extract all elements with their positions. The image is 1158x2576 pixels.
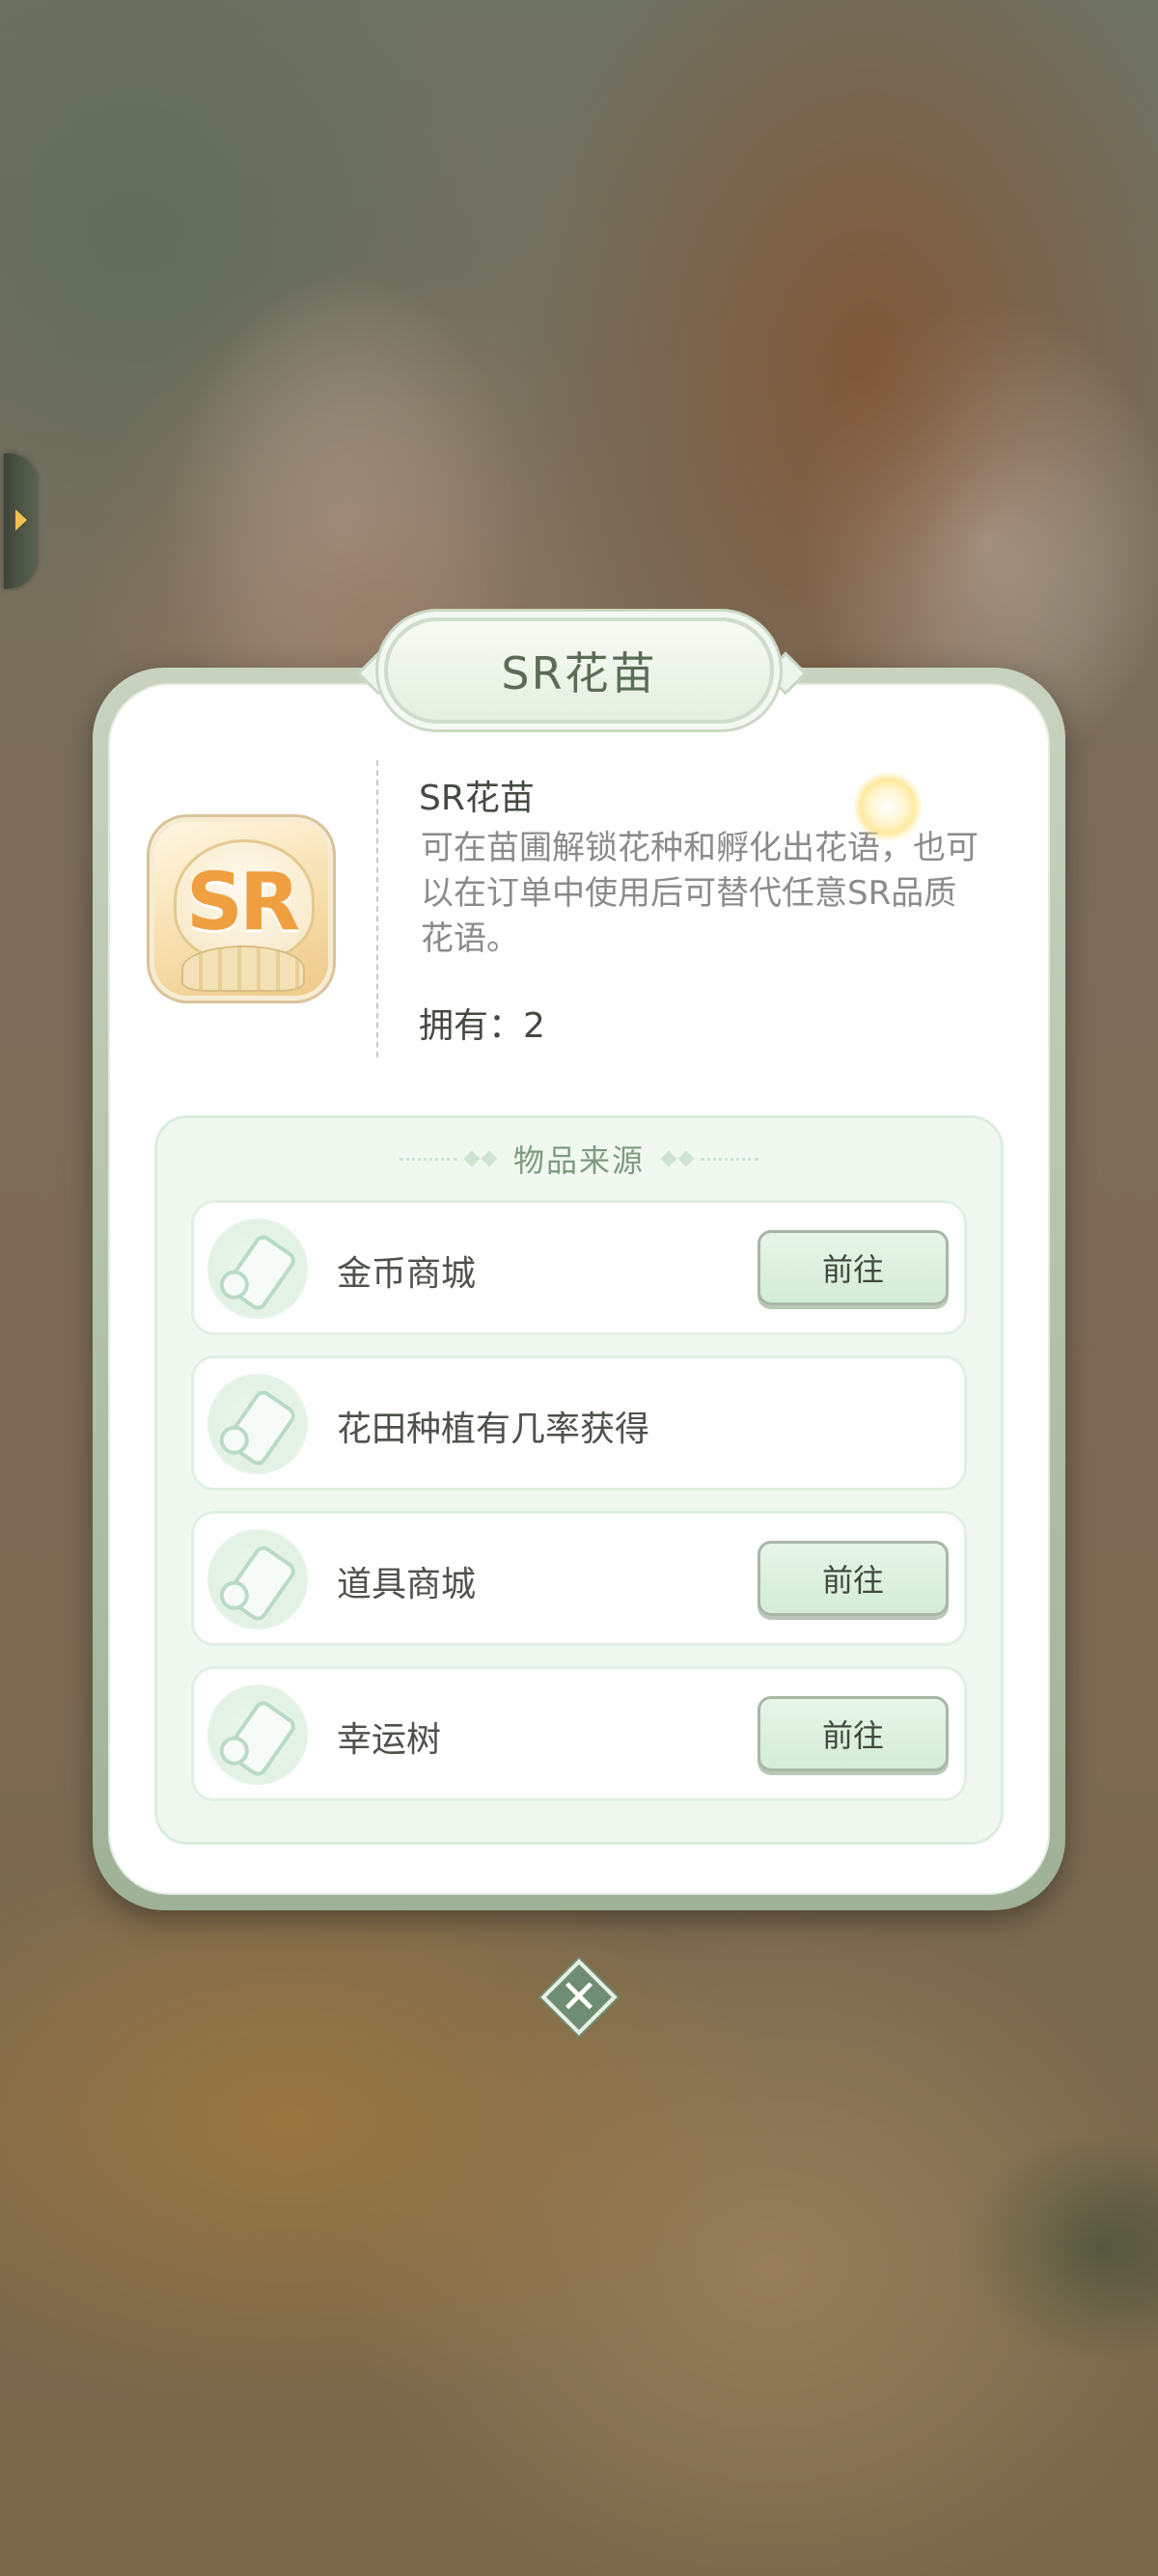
side-expand-tab[interactable] (4, 453, 37, 589)
header-diamond-icon (660, 1150, 677, 1167)
source-item-flower-field: 花田种植有几率获得 (191, 1356, 967, 1491)
scroll-icon (207, 1529, 308, 1630)
close-button[interactable]: ✕ (540, 1959, 618, 2036)
arrow-right-icon (15, 509, 27, 531)
popup-title: SR花苗 (501, 647, 657, 699)
source-item-prop-shop: 道具商城 前往 (191, 1511, 967, 1646)
goto-gold-shop-button[interactable]: 前往 (758, 1230, 949, 1305)
sr-seedling-icon: SR (154, 822, 328, 996)
popup-title-banner: SR花苗 (384, 617, 774, 724)
close-icon: ✕ (559, 1970, 599, 2024)
item-description: 可在苗圃解锁花种和孵化出花语，也可以在订单中使用后可替代任意SR品质花语。 (421, 829, 979, 958)
sparkle-icon (853, 772, 923, 841)
scroll-icon (207, 1219, 308, 1319)
header-diamond-icon (677, 1150, 695, 1167)
item-owned-count: 拥有：2 (419, 1006, 545, 1046)
header-dots-right (701, 1157, 758, 1161)
sr-icon-text: SR (185, 857, 300, 948)
item-name: SR花苗 (419, 779, 535, 818)
scroll-icon (207, 1685, 308, 1785)
goto-lucky-tree-button[interactable]: 前往 (758, 1696, 949, 1771)
sources-title: 物品来源 (512, 1142, 645, 1179)
header-diamond-icon (463, 1150, 481, 1167)
header-diamond-icon (481, 1150, 498, 1167)
source-label: 金币商城 (337, 1254, 477, 1294)
scroll-icon (207, 1374, 308, 1474)
goto-prop-shop-button[interactable]: 前往 (758, 1541, 949, 1616)
source-label: 道具商城 (337, 1565, 477, 1604)
source-item-lucky-tree: 幸运树 前往 (191, 1666, 967, 1801)
source-item-gold-shop: 金币商城 前往 (191, 1200, 967, 1335)
sources-header: 物品来源 (154, 1135, 1004, 1183)
source-label: 花田种植有几率获得 (337, 1410, 650, 1449)
source-label: 幸运树 (337, 1720, 442, 1760)
petals-decoration (181, 945, 305, 992)
divider (376, 760, 378, 1057)
header-dots-left (399, 1157, 457, 1161)
